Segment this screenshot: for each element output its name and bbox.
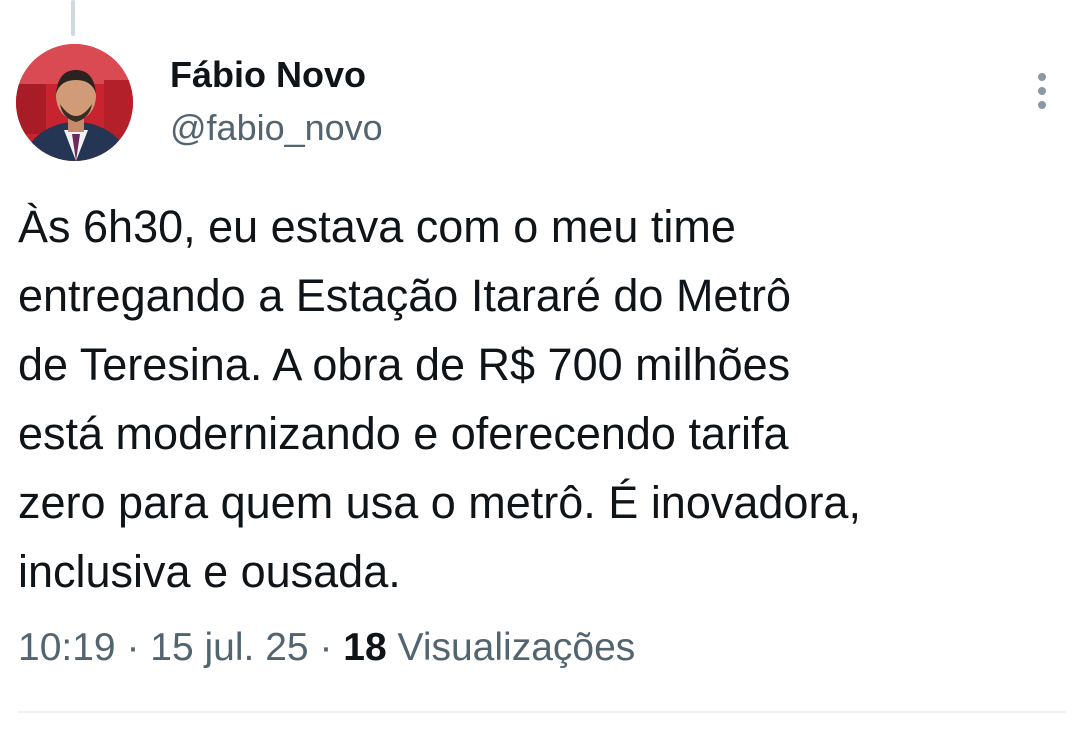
tweet-meta: 10:19 · 15 jul. 25 · 18 Visualizações <box>18 626 635 670</box>
tweet-text: Às 6h30, eu estava com o meu time entreg… <box>18 192 1068 606</box>
tweet-text-line: de Teresina. A obra de R$ 700 milhões <box>18 339 791 390</box>
tweet-text-line: Às 6h30, eu estava com o meu time <box>18 201 736 252</box>
tweet-text-line: inclusiva e ousada. <box>18 546 401 597</box>
tweet-text-line: zero para quem usa o metrô. É inovadora, <box>18 477 861 528</box>
views-count[interactable]: 18 <box>343 626 386 669</box>
meta-separator: · <box>319 626 333 669</box>
author-display-name[interactable]: Fábio Novo <box>170 54 366 96</box>
author-handle[interactable]: @fabio_novo <box>170 107 383 149</box>
tweet-date[interactable]: 15 jul. 25 <box>150 626 308 669</box>
profile-photo-icon <box>16 44 133 161</box>
views-label[interactable]: Visualizações <box>398 626 636 669</box>
more-vertical-icon <box>1038 73 1046 109</box>
tweet-text-line: está modernizando e oferecendo tarifa <box>18 408 789 459</box>
thread-connector-line <box>71 0 75 36</box>
tweet-time[interactable]: 10:19 <box>18 626 116 669</box>
tweet-text-line: entregando a Estação Itararé do Metrô <box>18 270 791 321</box>
meta-separator: · <box>126 626 140 669</box>
more-options-button[interactable] <box>1022 66 1062 116</box>
avatar[interactable] <box>16 44 133 161</box>
divider <box>18 711 1066 713</box>
